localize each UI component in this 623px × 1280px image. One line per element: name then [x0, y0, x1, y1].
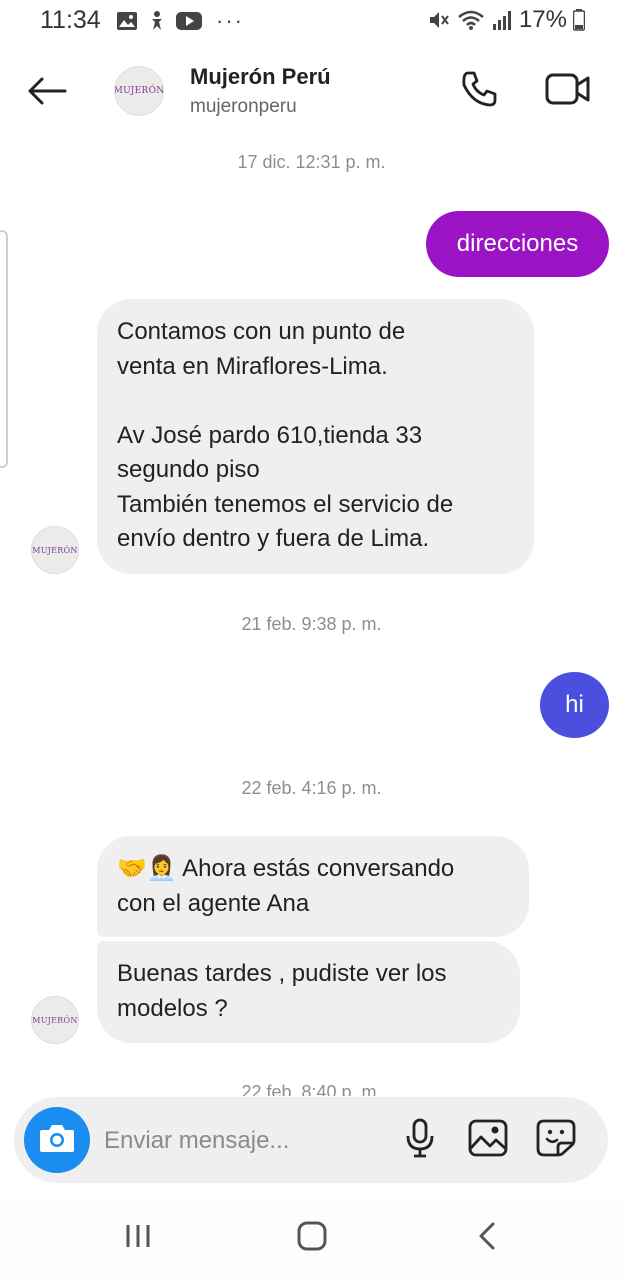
recent-apps-button[interactable]: [113, 1218, 163, 1258]
system-back-button[interactable]: [462, 1218, 512, 1258]
battery-icon: [573, 9, 585, 31]
system-navigation-bar: [0, 1198, 623, 1280]
back-button[interactable]: [22, 70, 72, 116]
message-timestamp: 21 feb. 9:38 p. m.: [241, 614, 382, 634]
mute-icon: [427, 9, 451, 31]
status-time: 11:34: [40, 6, 101, 34]
wifi-icon: [457, 9, 485, 31]
gallery-icon: [116, 11, 138, 31]
camera-icon: [38, 1122, 76, 1159]
sender-avatar[interactable]: MUJERÓN: [31, 996, 79, 1044]
video-call-button[interactable]: [542, 68, 594, 114]
contact-avatar[interactable]: MUJERÓN: [114, 66, 164, 116]
sticker-icon: [536, 1119, 576, 1162]
youtube-icon: [176, 11, 202, 31]
message-composer: [14, 1097, 608, 1183]
incoming-message[interactable]: 🤝👩‍💼 Ahora estás conversando con el agen…: [97, 836, 529, 937]
image-icon: [468, 1119, 508, 1162]
microphone-icon: [405, 1118, 435, 1163]
message-input[interactable]: [104, 1121, 384, 1161]
outgoing-message[interactable]: direcciones: [426, 211, 609, 277]
battery-text: 17%: [518, 6, 567, 33]
status-bar: 11:34 ··· 17%: [0, 0, 623, 42]
chevron-left-icon: [477, 1221, 497, 1256]
accessibility-icon: [146, 10, 168, 32]
camera-button[interactable]: [24, 1107, 90, 1173]
avatar-logo: MUJERÓN: [32, 545, 78, 555]
contact-handle: mujeronperu: [190, 96, 297, 117]
home-icon: [297, 1221, 327, 1256]
message-timestamp: 17 dic. 12:31 p. m.: [237, 152, 386, 172]
sticker-button[interactable]: [534, 1119, 578, 1161]
outgoing-message[interactable]: hi: [540, 672, 609, 738]
more-icon: ···: [216, 8, 244, 33]
signal-icon: [491, 9, 513, 31]
sender-avatar[interactable]: MUJERÓN: [31, 526, 79, 574]
video-camera-icon: [545, 72, 591, 111]
contact-name[interactable]: Mujerón Perú: [190, 64, 331, 90]
chat-header: MUJERÓN Mujerón Perú mujeronperu: [0, 48, 623, 138]
message-timestamp: 22 feb. 4:16 p. m.: [241, 778, 382, 798]
avatar-logo: MUJERÓN: [114, 86, 164, 96]
voice-message-button[interactable]: [400, 1118, 440, 1163]
home-button[interactable]: [287, 1218, 337, 1258]
scroll-indicator[interactable]: [0, 230, 8, 468]
incoming-message[interactable]: Contamos con un punto de venta en Mirafl…: [97, 299, 534, 574]
call-button[interactable]: [456, 68, 502, 114]
incoming-message[interactable]: Buenas tardes , pudiste ver los modelos …: [97, 941, 520, 1043]
avatar-logo: MUJERÓN: [32, 1015, 78, 1025]
message-timestamp: 22 feb. 8:40 p. m.: [241, 1082, 382, 1096]
back-arrow-icon: [27, 76, 67, 111]
phone-icon: [459, 69, 499, 114]
gallery-button[interactable]: [466, 1119, 510, 1161]
recent-apps-icon: [123, 1223, 153, 1254]
